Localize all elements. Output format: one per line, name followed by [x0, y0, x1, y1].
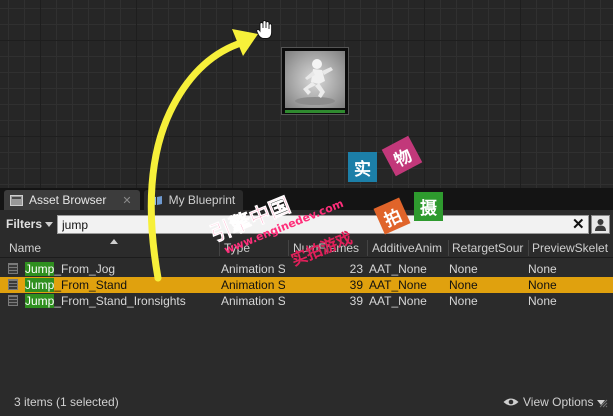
asset-type: Animation S [221, 278, 285, 292]
watermark-tile: 摄 [414, 192, 443, 221]
filters-dropdown[interactable]: Filters [6, 217, 54, 231]
column-header-numframes[interactable]: NumFrames [293, 241, 363, 255]
search-match-highlight: Jump [25, 262, 55, 276]
animation-asset-icon [8, 263, 18, 274]
asset-numframes: 39 [349, 278, 363, 292]
sort-ascending-icon[interactable] [110, 239, 118, 244]
asset-browser-panel: Filters ✕ Name Type NumFrames AdditiveAn… [0, 210, 613, 416]
clear-search-icon[interactable]: ✕ [572, 215, 585, 234]
column-divider[interactable] [528, 240, 529, 256]
animation-thumbnail [285, 51, 345, 108]
blueprint-book-icon [150, 195, 162, 205]
asset-name-rest: _From_Jog [54, 262, 116, 276]
tab-bar: Asset Browser ✕ My Blueprint [0, 188, 613, 210]
watermark-tile: 实 [348, 152, 377, 182]
column-header-row: Name Type NumFrames AdditiveAnim Retarge… [0, 238, 613, 258]
asset-name: Jump_From_Stand [25, 278, 127, 292]
animation-asset-icon [8, 279, 18, 290]
tab-label: My Blueprint [168, 193, 236, 207]
asset-type: Animation S [221, 262, 285, 276]
asset-preview-skeleton: None [528, 262, 557, 276]
eye-icon [503, 398, 519, 406]
asset-name: Jump_From_Jog [25, 262, 115, 276]
graph-viewport[interactable] [0, 0, 613, 188]
asset-row[interactable]: Jump_From_Jog Animation S 23 AAT_None No… [0, 261, 613, 277]
tab-my-blueprint[interactable]: My Blueprint [143, 190, 244, 210]
asset-retarget: None [449, 294, 478, 308]
asset-additive: AAT_None [369, 278, 427, 292]
column-divider[interactable] [448, 240, 449, 256]
asset-name: Jump_From_Stand_Ironsights [25, 294, 186, 308]
animation-asset-icon [8, 295, 18, 306]
asset-additive: AAT_None [369, 294, 427, 308]
asset-numframes: 23 [349, 262, 363, 276]
view-options-label: View Options [523, 395, 594, 409]
node-status-bar [285, 110, 345, 113]
status-bar: 3 items (1 selected) View Options [0, 390, 613, 414]
character-pose-icon [295, 59, 335, 105]
view-options-dropdown[interactable]: View Options [503, 395, 606, 409]
hand-cursor-icon [256, 20, 273, 39]
column-header-type[interactable]: Type [224, 241, 284, 255]
asset-type: Animation S [221, 294, 285, 308]
asset-retarget: None [449, 278, 478, 292]
person-icon [595, 219, 606, 231]
item-count-text: 3 items (1 selected) [14, 395, 119, 409]
search-input[interactable] [57, 215, 589, 234]
tab-close-icon[interactable]: ✕ [122, 194, 131, 207]
asset-name-rest: _From_Stand_Ironsights [54, 294, 186, 308]
column-header-preview-skeleton[interactable]: PreviewSkelet [532, 241, 612, 255]
tab-asset-browser[interactable]: Asset Browser ✕ [4, 190, 140, 210]
chevron-down-icon [45, 221, 54, 227]
search-match-highlight: Jump [25, 294, 55, 308]
animation-preview-node[interactable] [281, 47, 349, 115]
user-filter-button[interactable] [591, 215, 610, 234]
asset-list: Jump_From_Jog Animation S 23 AAT_None No… [0, 261, 613, 309]
column-header-additive[interactable]: AdditiveAnim [372, 241, 447, 255]
asset-row-selected[interactable]: Jump_From_Stand Animation S 39 AAT_None … [0, 277, 613, 293]
column-divider[interactable] [288, 240, 289, 256]
tab-label: Asset Browser [29, 193, 107, 207]
filters-label: Filters [6, 217, 43, 231]
asset-numframes: 39 [349, 294, 363, 308]
asset-name-rest: _From_Stand [54, 278, 128, 292]
filter-bar: Filters ✕ [0, 214, 613, 236]
column-divider[interactable] [367, 240, 368, 256]
asset-row[interactable]: Jump_From_Stand_Ironsights Animation S 3… [0, 293, 613, 309]
asset-additive: AAT_None [369, 262, 427, 276]
asset-browser-icon [10, 194, 23, 206]
asset-preview-skeleton: None [528, 294, 557, 308]
column-header-retarget[interactable]: RetargetSour [452, 241, 527, 255]
search-match-highlight: Jump [25, 278, 55, 292]
asset-retarget: None [449, 262, 478, 276]
asset-preview-skeleton: None [528, 278, 557, 292]
column-header-name[interactable]: Name [9, 241, 109, 255]
resize-grip-icon[interactable] [598, 398, 608, 408]
column-divider[interactable] [219, 240, 220, 256]
